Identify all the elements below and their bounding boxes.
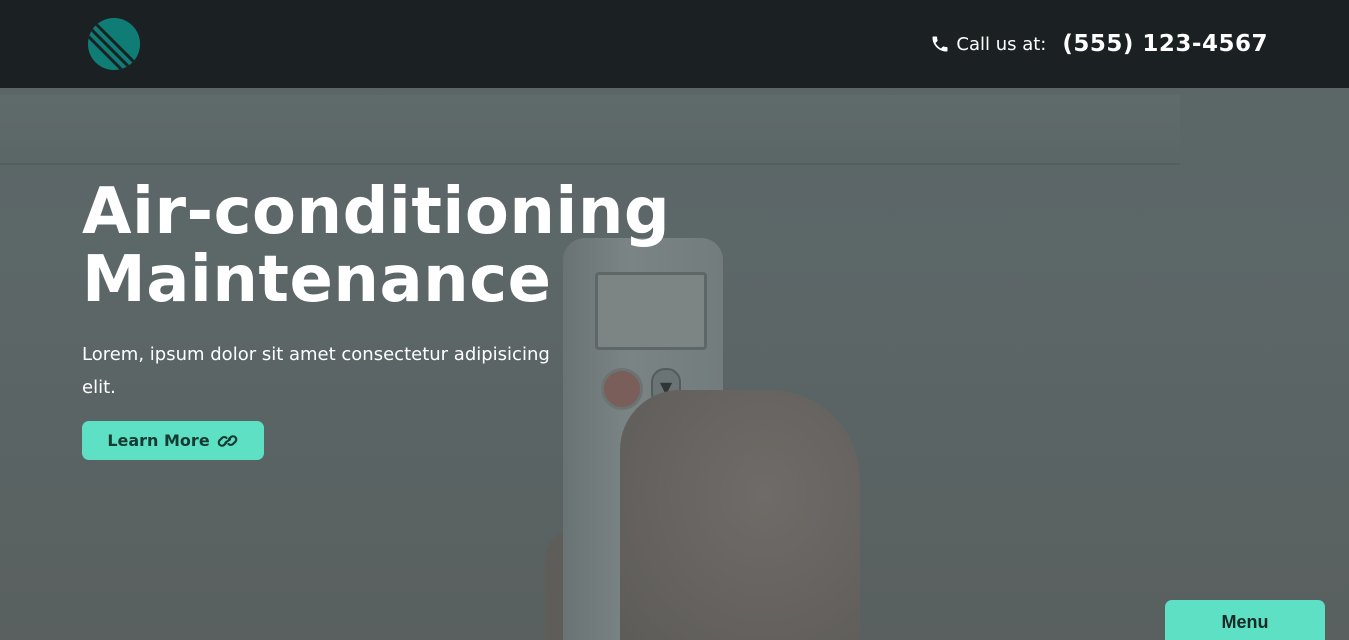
ac-unit-image <box>0 95 1180 165</box>
top-bar: Call us at: (555) 123-4567 <box>0 0 1349 88</box>
link-icon <box>217 432 239 450</box>
call-us: Call us at: (555) 123-4567 <box>930 28 1268 60</box>
hero-background: ▼ <box>0 0 1349 640</box>
hand-image <box>620 390 860 640</box>
learn-more-label: Learn More <box>107 431 210 450</box>
phone-icon <box>930 34 950 54</box>
hero-title-line1: Air-conditioning <box>82 175 671 249</box>
remote-power-button-image <box>601 368 643 410</box>
hero-title-line2: Maintenance <box>82 243 552 317</box>
phone-number-link[interactable]: (555) 123-4567 <box>1062 31 1268 57</box>
menu-button[interactable]: Menu <box>1165 600 1325 640</box>
learn-more-button[interactable]: Learn More <box>82 421 264 460</box>
hero-title: Air-conditioning Maintenance <box>82 178 722 314</box>
hero-description: Lorem, ipsum dolor sit amet consectetur … <box>82 344 550 398</box>
logo-icon <box>88 18 140 70</box>
logo[interactable] <box>88 18 140 70</box>
call-label: Call us at: <box>956 33 1047 55</box>
